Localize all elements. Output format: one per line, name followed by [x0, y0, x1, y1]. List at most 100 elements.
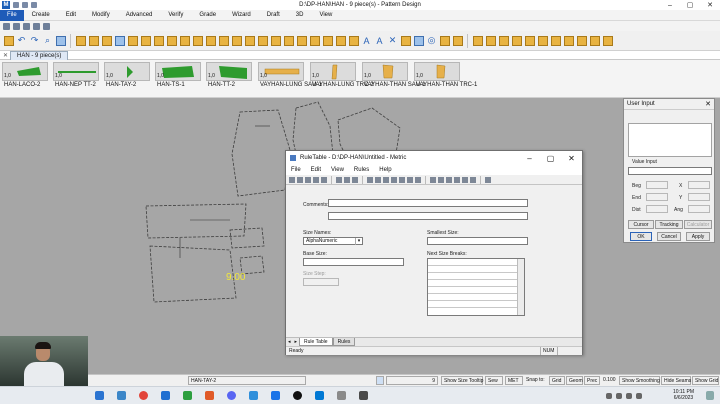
grid-tool-icon[interactable]	[407, 176, 413, 183]
system-clock[interactable]: 10:11 PM 6/6/2023	[673, 389, 694, 401]
snap-prec-button[interactable]: Prec	[584, 376, 600, 385]
help-icon[interactable]	[485, 176, 491, 183]
piece-item[interactable]: 1,0 VAYHAN-LUNG TRC-2	[310, 62, 374, 96]
comments-field-2[interactable]	[328, 212, 528, 220]
close-button[interactable]: ✕	[700, 0, 720, 10]
obs-icon[interactable]	[293, 391, 302, 400]
piece-item[interactable]: 1,0 VAYHAN-LUNG SAU-1	[258, 62, 322, 96]
piece-tool-icon[interactable]	[192, 34, 203, 47]
piece-tool-icon[interactable]	[335, 34, 346, 47]
piece-tool-icon[interactable]	[524, 34, 535, 47]
size-break-row[interactable]	[428, 301, 524, 308]
open-icon[interactable]	[13, 22, 20, 30]
save-icon[interactable]	[13, 2, 19, 8]
grid-tool-icon[interactable]	[470, 176, 476, 183]
menu-3d[interactable]: 3D	[288, 10, 312, 21]
piece-tool-icon[interactable]	[205, 34, 216, 47]
grid-icon[interactable]	[55, 34, 66, 47]
undo-icon[interactable]: ↶	[16, 34, 27, 47]
piece-tool-icon[interactable]	[309, 34, 320, 47]
piece-tool-icon[interactable]	[348, 34, 359, 47]
menu-file[interactable]: File	[0, 9, 24, 21]
ruletable-menu-file[interactable]: File	[286, 167, 306, 173]
cut-icon[interactable]	[336, 176, 342, 183]
app-icon[interactable]	[337, 391, 346, 400]
size-break-row[interactable]	[428, 259, 524, 266]
piece-tool-icon[interactable]	[452, 34, 463, 47]
tab-han[interactable]: HAN - 9 piece(s)	[10, 51, 69, 60]
open-icon[interactable]	[297, 176, 303, 183]
piece-tool-icon[interactable]	[413, 34, 424, 47]
grid-tool-icon[interactable]	[462, 176, 468, 183]
piece-tool-icon[interactable]	[244, 34, 255, 47]
piece-tool-icon[interactable]	[257, 34, 268, 47]
tracking-button[interactable]: Tracking	[655, 220, 683, 229]
grid-tool-icon[interactable]	[391, 176, 397, 183]
delete-point-icon[interactable]: ✕	[387, 34, 398, 47]
hide-seams-button[interactable]: Hide Seams	[661, 376, 691, 385]
met-button[interactable]: MET	[505, 376, 523, 385]
next-size-breaks-grid[interactable]	[427, 258, 525, 316]
piece-tool-icon[interactable]	[283, 34, 294, 47]
grid-tool-icon[interactable]	[399, 176, 405, 183]
piece-item[interactable]: 1,0 HAN-TAY-2	[104, 62, 154, 96]
edge-icon[interactable]	[117, 391, 126, 400]
tab-rules[interactable]: Rules	[332, 338, 356, 346]
grid-tool-icon[interactable]	[446, 176, 452, 183]
piece-item[interactable]: 1,0 VAYHAN-THAN TRC-1	[414, 62, 477, 96]
piece-tool-icon[interactable]	[270, 34, 281, 47]
app-icon[interactable]	[315, 391, 324, 400]
measure-circle-icon[interactable]: ◎	[426, 34, 437, 47]
piece-item[interactable]: 1,0 HAN-NEP TT-2	[53, 62, 103, 96]
grid-tool-icon[interactable]	[415, 176, 421, 183]
piece-item[interactable]: 1,0 HAN-TT-2	[206, 62, 256, 96]
piece-tool-icon[interactable]	[602, 34, 613, 47]
chevron-down-icon[interactable]: ▾	[355, 238, 362, 245]
grid-tool-icon[interactable]	[383, 176, 389, 183]
piece-tool-icon[interactable]	[576, 34, 587, 47]
menu-draft[interactable]: Draft	[259, 10, 288, 21]
menu-grade[interactable]: Grade	[191, 10, 224, 21]
menu-create[interactable]: Create	[24, 10, 58, 21]
redo-icon[interactable]: ↷	[29, 34, 40, 47]
piece-tool-icon[interactable]	[75, 34, 86, 47]
ruletable-menu-edit[interactable]: Edit	[306, 167, 326, 173]
maximize-button[interactable]: ▢	[680, 0, 700, 10]
minimize-button[interactable]: –	[660, 0, 680, 10]
ok-button[interactable]: OK	[630, 232, 652, 241]
new-icon[interactable]	[3, 22, 10, 30]
snap-grid-button[interactable]: Grid	[549, 376, 565, 385]
save-as-icon[interactable]	[313, 176, 319, 183]
volume-icon[interactable]	[626, 393, 632, 399]
piece-tool-icon[interactable]	[485, 34, 496, 47]
size-break-row[interactable]	[428, 294, 524, 301]
menu-wizard[interactable]: Wizard	[224, 10, 259, 21]
piece-tool-icon[interactable]	[127, 34, 138, 47]
menu-view[interactable]: View	[311, 10, 340, 21]
ruletable-menu-help[interactable]: Help	[374, 167, 396, 173]
cancel-button[interactable]: Cancel	[657, 232, 681, 241]
app-icon[interactable]	[205, 391, 214, 400]
sew-button[interactable]: Sew	[485, 376, 503, 385]
new-icon[interactable]	[289, 176, 295, 183]
menu-advanced[interactable]: Advanced	[118, 10, 161, 21]
undo-icon[interactable]	[22, 2, 28, 8]
app-icon[interactable]	[359, 391, 368, 400]
piece-tool-icon[interactable]	[511, 34, 522, 47]
print-icon[interactable]	[33, 22, 40, 30]
grid-tool-icon[interactable]	[454, 176, 460, 183]
grid-tool-icon[interactable]	[375, 176, 381, 183]
piece-item[interactable]: 1,0 HAN-LACO-2	[2, 62, 52, 96]
size-break-row[interactable]	[428, 287, 524, 294]
show-size-tooltip-button[interactable]: Show Size Tooltip	[441, 376, 483, 385]
redo-icon[interactable]	[31, 2, 37, 8]
size-swatch[interactable]	[376, 376, 384, 385]
show-smoothing-button[interactable]: Show Smoothing	[619, 376, 660, 385]
piece-tool-icon[interactable]	[218, 34, 229, 47]
size-value-field[interactable]: 9	[386, 376, 438, 385]
close-tab-icon[interactable]: ✕	[3, 52, 8, 59]
open-folder-icon[interactable]	[3, 34, 14, 47]
add-point-icon[interactable]: A	[361, 34, 372, 47]
piece-tool-icon[interactable]	[153, 34, 164, 47]
piece-tool-icon[interactable]	[550, 34, 561, 47]
